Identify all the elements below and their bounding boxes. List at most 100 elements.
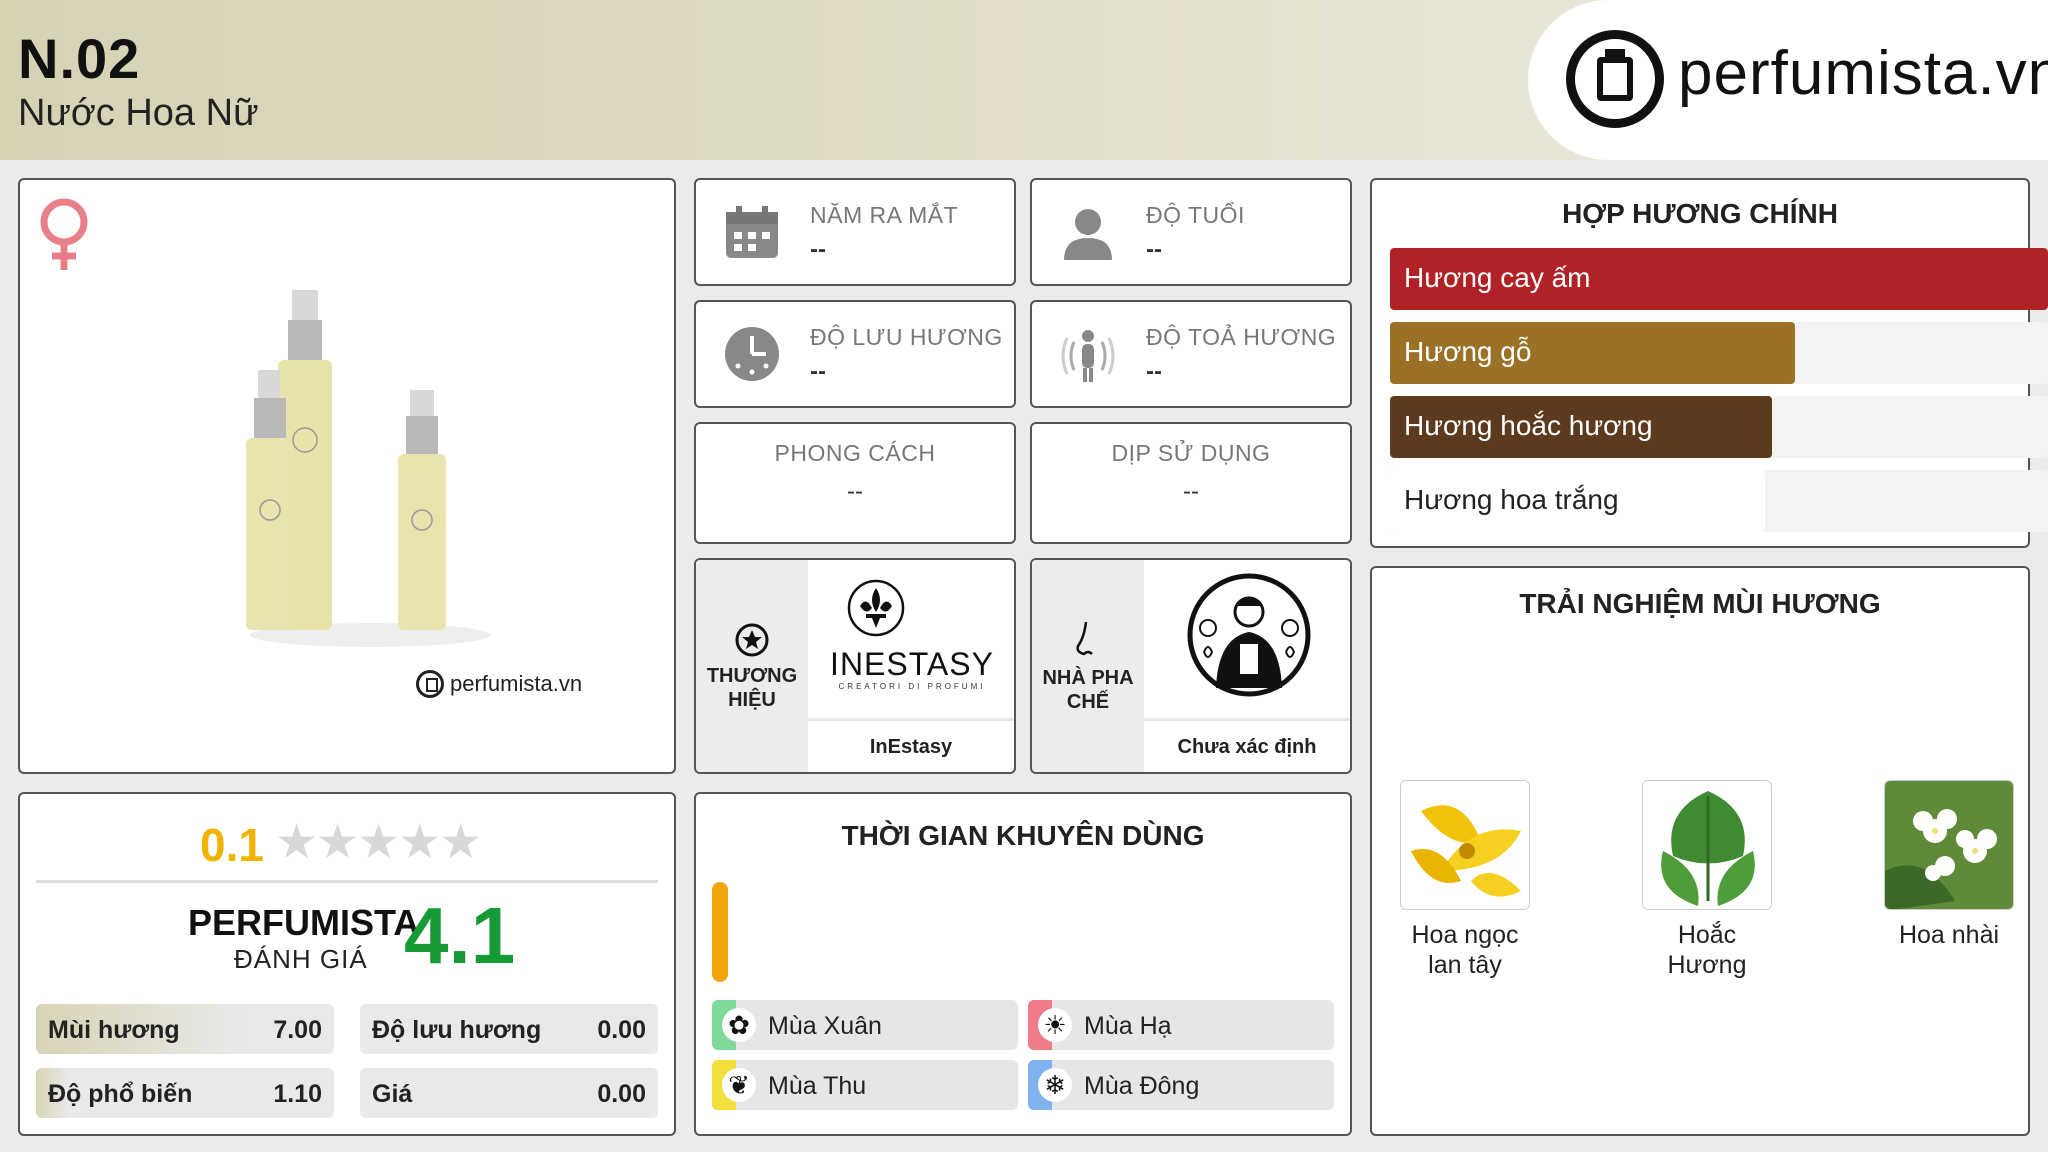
age-tile: ĐỘ TUỔI -- (1030, 178, 1352, 286)
style-value: -- (847, 478, 863, 505)
perfume-subtitle: Nước Hoa Nữ (18, 92, 259, 134)
accord-bar: Hương cay ấm (1390, 248, 2048, 310)
rating-stat: Độ lưu hương 0.00 (360, 1004, 658, 1054)
accord-label: Hương hoa trắng (1404, 484, 1619, 515)
perfumista-rating-title: PERFUMISTA (188, 902, 420, 943)
perfumista-score: 4.1 (404, 891, 516, 980)
style-label: PHONG CÁCH (774, 440, 936, 466)
age-label: ĐỘ TUỔI (1146, 202, 1245, 228)
occasion-tile: DỊP SỬ DỤNG -- (1030, 422, 1352, 544)
female-icon (40, 198, 88, 270)
rating-stat-value: 1.10 (273, 1080, 322, 1108)
longevity-label: ĐỘ LƯU HƯƠNG (810, 324, 1003, 350)
site-logo-text: perfumista.vn (1678, 39, 2048, 108)
release-year-value: -- (810, 236, 826, 263)
perfume-bottle-small-icon (416, 670, 444, 698)
ylang-ylang-image (1400, 780, 1530, 910)
main-accords-title: HỢP HƯƠNG CHÍNH (1562, 198, 1838, 229)
calendar-icon (726, 206, 778, 258)
flower-icon: ✿ (722, 1008, 756, 1042)
jasmine-image (1884, 780, 2014, 910)
rating-stat-value: 7.00 (273, 1016, 322, 1044)
season-label: Mùa Thu (768, 1072, 867, 1100)
season-label: Mùa Đông (1084, 1072, 1200, 1100)
star-badge-icon (735, 623, 769, 657)
patchouli-image (1642, 780, 1772, 910)
accord-bar: Hương hoa trắng (1390, 470, 2048, 532)
occasion-label: DỊP SỬ DỤNG (1111, 440, 1271, 466)
accord-label: Hương gỗ (1404, 336, 1532, 367)
brand-side-label: THƯƠNG HIỆU (696, 560, 808, 772)
rating-stat: Giá 0.00 (360, 1068, 658, 1118)
note-ylang-ylang-label: Hoa ngọc lan tây (1411, 921, 1519, 979)
sillage-value: -- (1146, 358, 1162, 385)
perfume-bottle-logo-icon (1566, 30, 1664, 128)
accord-bar: Hương hoắc hương (1390, 396, 2048, 458)
occasion-value: -- (1183, 478, 1199, 505)
page-header: N.02 Nước Hoa Nữ perfumista.vn (0, 0, 2048, 160)
season-label: Mùa Hạ (1084, 1012, 1172, 1040)
star-rating[interactable]: ★★★★★ (275, 814, 482, 870)
perfumer-tile[interactable]: NHÀ PHA CHẾ Chưa xác định (1030, 558, 1352, 774)
rating-stat: Độ phổ biến 1.10 (36, 1068, 334, 1118)
product-image-card: perfumista.vn (18, 178, 676, 774)
sillage-person-icon (1061, 330, 1115, 382)
sun-icon: ☀ (1038, 1008, 1072, 1042)
sillage-tile: ĐỘ TOẢ HƯƠNG -- (1030, 300, 1352, 408)
sillage-label: ĐỘ TOẢ HƯƠNG (1146, 324, 1337, 350)
divider (36, 880, 658, 883)
user-icon (1064, 209, 1112, 260)
perfumer-side-label: NHÀ PHA CHẾ (1032, 560, 1144, 772)
snowflake-icon: ❄ (1038, 1068, 1072, 1102)
brand-name: InEstasy (808, 718, 1014, 772)
main-accords-card: HỢP HƯƠNG CHÍNH Hương cay ấm Hương gỗ Hươn… (1370, 178, 2048, 548)
perfume-title: N.02 (18, 27, 141, 90)
leaf-icon: ❦ (722, 1068, 756, 1102)
longevity-value: -- (810, 358, 826, 385)
rating-stat-label: Độ lưu hương (372, 1016, 542, 1044)
scent-experience-title: TRẢI NGHIỆM MÙI HƯƠNG (1519, 588, 1881, 619)
brand-logo-text: INESTASY (830, 646, 994, 682)
longevity-tile: ĐỘ LƯU HƯƠNG -- (694, 300, 1016, 408)
release-year-label: NĂM RA MẮT (810, 202, 959, 228)
rating-stat-label: Độ phổ biến (48, 1080, 193, 1108)
rating-stat-label: Mùi hương (48, 1016, 180, 1044)
perfumer-name: Chưa xác định (1144, 718, 1350, 772)
perfumista-rating-subtitle: ĐÁNH GIÁ (234, 944, 368, 974)
scent-experience-card: TRẢI NGHIỆM MÙI HƯƠNG Hoa ngọc lan tây H… (1370, 566, 2030, 1136)
season-item: ❦ Mùa Thu (712, 1060, 1018, 1110)
style-tile: PHONG CÁCH -- (694, 422, 1016, 544)
note-jasmine-label: Hoa nhài (1898, 921, 2000, 949)
rating-stat-value: 0.00 (597, 1080, 646, 1108)
rating-stat-value: 0.00 (597, 1016, 646, 1044)
season-label: Mùa Xuân (768, 1012, 882, 1040)
season-item: ☀ Mùa Hạ (1028, 1000, 1334, 1050)
recommended-time-title: THỜI GIAN KHUYÊN DÙNG (841, 820, 1205, 851)
time-indicator-bar (712, 882, 728, 982)
rating-stat-label: Giá (372, 1080, 413, 1108)
note-ylang-ylang[interactable]: Hoa ngọc lan tây (1400, 780, 1530, 980)
product-bottles-image (246, 290, 490, 647)
clock-icon (725, 327, 779, 381)
brand-tile[interactable]: THƯƠNG HIỆU INESTASY CREATORI DI PROFUMI… (694, 558, 1016, 774)
accord-label: Hương hoắc hương (1404, 410, 1653, 441)
nose-icon (1076, 621, 1093, 656)
accord-label: Hương cay ấm (1404, 262, 1591, 293)
perfumer-avatar-icon (1187, 573, 1311, 697)
age-value: -- (1146, 236, 1162, 263)
recommended-time-card: THỜI GIAN KHUYÊN DÙNG ✿ Mùa Xuân ☀ Mùa Hạ ❦ M… (694, 792, 1352, 1136)
rating-stat: Mùi hương 7.00 (36, 1004, 334, 1054)
note-jasmine[interactable]: Hoa nhài (1884, 780, 2014, 950)
rating-card: 0.1 ★★★★★ PERFUMISTA ĐÁNH GIÁ 4.1 Mùi hư… (18, 792, 676, 1136)
season-item: ❄ Mùa Đông (1028, 1060, 1334, 1110)
note-patchouli[interactable]: Hoắc Hương (1642, 780, 1772, 980)
product-watermark: perfumista.vn (416, 670, 582, 698)
brand-logo-subtext: CREATORI DI PROFUMI (838, 682, 986, 691)
accord-bar: Hương gỗ (1390, 322, 2048, 384)
site-logo[interactable]: perfumista.vn (1528, 0, 2048, 160)
fleur-de-lis-icon (847, 579, 905, 637)
note-patchouli-label: Hoắc Hương (1667, 921, 1747, 979)
user-rating-value: 0.1 (200, 819, 264, 871)
season-item: ✿ Mùa Xuân (712, 1000, 1018, 1050)
release-year-tile: NĂM RA MẮT -- (694, 178, 1016, 286)
